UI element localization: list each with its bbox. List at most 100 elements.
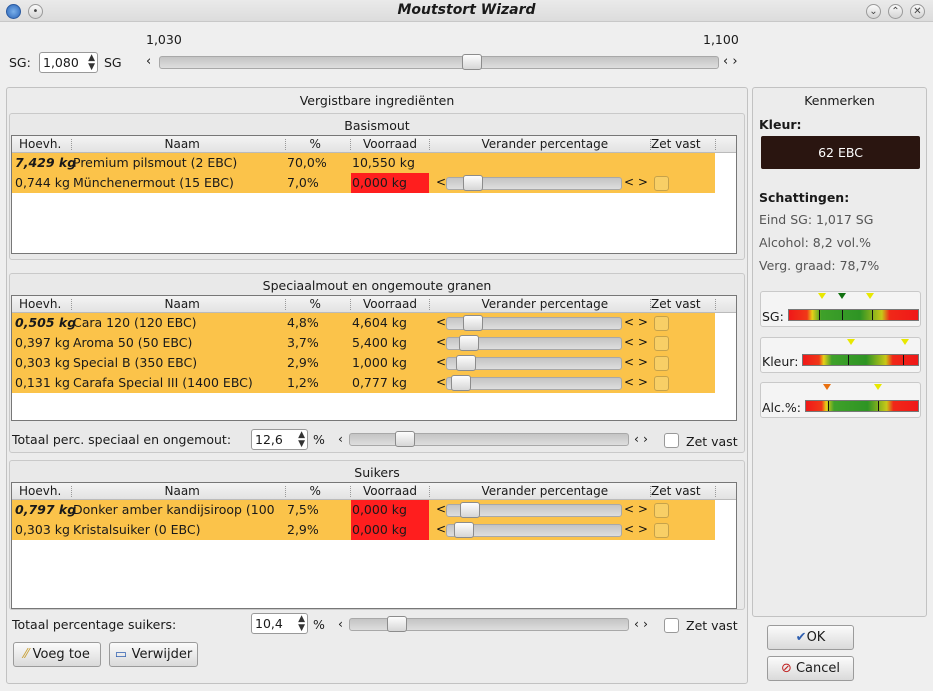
amount-cell[interactable]: 0,744 kg bbox=[15, 175, 70, 190]
percent-slider-handle[interactable] bbox=[463, 175, 483, 191]
special-col-header[interactable]: % bbox=[310, 297, 321, 311]
sugars-col-header[interactable]: Hoevh. bbox=[19, 484, 61, 498]
alc-gauge bbox=[805, 400, 919, 412]
sugars-col-header[interactable]: % bbox=[310, 484, 321, 498]
base-row[interactable]: 0,744 kg Münchenermout (15 EBC) 7,0% 0,000 … bbox=[12, 173, 715, 193]
percent-cell: 7,5% bbox=[287, 502, 319, 517]
special-row[interactable]: 0,397 kg Aroma 50 (50 EBC) 3,7% 5,400 kg < < … bbox=[12, 333, 715, 353]
slider-arrows[interactable]: < > bbox=[624, 522, 648, 536]
slider-arrows[interactable]: < > bbox=[624, 375, 648, 389]
special-total-spinbox[interactable]: 12,6 ▲ ▼ bbox=[251, 429, 308, 450]
special-row[interactable]: 0,131 kg Carafa Special III (1400 EBC) 1,2… bbox=[12, 373, 715, 393]
lock-checkbox[interactable] bbox=[654, 356, 669, 371]
special-total-label: Totaal perc. speciaal en ongemout: bbox=[12, 432, 232, 447]
special-col-header[interactable]: Voorraad bbox=[363, 297, 417, 311]
ok-button[interactable]: ✔OK bbox=[767, 625, 854, 650]
sugars-col-header[interactable]: Zet vast bbox=[651, 484, 701, 498]
lock-checkbox[interactable] bbox=[654, 523, 669, 538]
stock-cell: 5,400 kg bbox=[352, 335, 407, 350]
special-total-handle[interactable] bbox=[394, 431, 415, 447]
sugars-col-header[interactable]: Naam bbox=[165, 484, 200, 498]
special-slider-left[interactable]: ‹ bbox=[338, 431, 343, 446]
base-col-header[interactable]: % bbox=[310, 137, 321, 151]
amount-cell[interactable]: 0,303 kg bbox=[15, 355, 70, 370]
maximize-button[interactable]: ⌃ bbox=[888, 4, 903, 19]
percent-slider-handle[interactable] bbox=[460, 502, 480, 518]
slider-arrows[interactable]: < > bbox=[624, 335, 648, 349]
special-lock-label: Zet vast bbox=[686, 434, 738, 449]
percent-cell: 3,7% bbox=[287, 335, 319, 350]
base-row[interactable]: 7,429 kg Premium pilsmout (2 EBC) 70,0% 10,… bbox=[12, 153, 715, 173]
percent-slider[interactable] bbox=[446, 377, 622, 390]
sg-gauge-marker bbox=[818, 293, 826, 299]
sugars-row[interactable]: 0,303 kg Kristalsuiker (0 EBC) 2,9% 0,000 k… bbox=[12, 520, 715, 540]
add-button[interactable]: ⁄⁄ Voeg toe bbox=[13, 642, 101, 667]
cancel-button[interactable]: ⊘ Cancel bbox=[767, 656, 854, 681]
sugars-lock-checkbox[interactable] bbox=[664, 618, 679, 633]
percent-slider-handle[interactable] bbox=[458, 335, 479, 351]
lock-checkbox[interactable] bbox=[654, 503, 669, 518]
sg-spinbox[interactable]: 1,080 ▲ ▼ bbox=[39, 52, 98, 73]
special-col-header[interactable]: Verander percentage bbox=[482, 297, 609, 311]
slider-arrows[interactable]: < > bbox=[624, 175, 648, 189]
sg-left-arrow[interactable]: ‹ bbox=[146, 54, 151, 69]
sugars-list[interactable]: Hoevh. Naam% Voorraad Verander percentage Ze… bbox=[11, 482, 737, 609]
sugars-lock-label: Zet vast bbox=[686, 618, 738, 633]
sugars-row[interactable]: 0,797 kg Donker amber kandijsiroop (100 7,… bbox=[12, 500, 715, 520]
remove-button[interactable]: ▭ Verwijder bbox=[109, 642, 198, 667]
special-col-header[interactable]: Hoevh. bbox=[19, 297, 61, 311]
slider-left-arrow[interactable]: < bbox=[436, 335, 446, 349]
percent-slider-handle[interactable] bbox=[455, 355, 476, 371]
base-col-header[interactable]: Verander percentage bbox=[482, 137, 609, 151]
slider-arrows[interactable]: < > bbox=[624, 355, 648, 369]
special-slider-arrows[interactable]: ‹ › bbox=[634, 431, 648, 446]
sg-slider-handle[interactable] bbox=[462, 54, 483, 70]
slider-left-arrow[interactable]: < bbox=[436, 315, 446, 329]
cancel-icon: ⊘ bbox=[780, 661, 796, 676]
base-malt-list[interactable]: Hoevh. Naam% Voorraad Verander percentage Ze… bbox=[11, 135, 737, 254]
amount-cell[interactable]: 0,397 kg bbox=[15, 335, 70, 350]
slider-left-arrow[interactable]: < bbox=[436, 502, 446, 516]
sugars-total-handle[interactable] bbox=[387, 616, 408, 632]
base-col-header[interactable]: Hoevh. bbox=[19, 137, 61, 151]
lock-checkbox[interactable] bbox=[654, 316, 669, 331]
percent-slider-handle[interactable] bbox=[463, 315, 483, 331]
slider-arrows[interactable]: < > bbox=[624, 315, 648, 329]
special-malt-list[interactable]: Hoevh. Naam% Voorraad Verander percentage Ze… bbox=[11, 295, 737, 421]
sg-slider-track[interactable] bbox=[159, 56, 719, 69]
special-row[interactable]: 0,505 kg Cara 120 (120 EBC) 4,8% 4,604 kg < <… bbox=[12, 313, 715, 333]
slider-arrows[interactable]: < > bbox=[624, 502, 648, 516]
base-col-header[interactable]: Naam bbox=[165, 137, 200, 151]
special-col-header[interactable]: Naam bbox=[165, 297, 200, 311]
sugars-slider-arrows[interactable]: ‹ › bbox=[634, 616, 648, 631]
special-total-slider[interactable] bbox=[349, 433, 629, 446]
amount-cell[interactable]: 7,429 kg bbox=[15, 155, 76, 170]
special-row[interactable]: 0,303 kg Special B (350 EBC) 2,9% 1,000 kg <… bbox=[12, 353, 715, 373]
sugars-col-header[interactable]: Verander percentage bbox=[482, 484, 609, 498]
sugars-col-header[interactable]: Voorraad bbox=[363, 484, 417, 498]
lock-checkbox[interactable] bbox=[654, 336, 669, 351]
percent-slider-handle[interactable] bbox=[454, 522, 474, 538]
special-lock-checkbox[interactable] bbox=[664, 433, 679, 448]
percent-slider-handle[interactable] bbox=[451, 375, 471, 391]
lock-checkbox[interactable] bbox=[654, 176, 669, 191]
lock-checkbox[interactable] bbox=[654, 376, 669, 391]
special-col-separator bbox=[350, 299, 351, 310]
slider-left-arrow[interactable]: < bbox=[436, 175, 446, 189]
special-col-header[interactable]: Zet vast bbox=[651, 297, 701, 311]
amount-cell[interactable]: 0,505 kg bbox=[15, 315, 76, 330]
amount-cell[interactable]: 0,303 kg bbox=[15, 522, 70, 537]
amount-cell[interactable]: 0,797 kg bbox=[15, 502, 76, 517]
slider-left-arrow[interactable]: < bbox=[436, 355, 446, 369]
slider-left-arrow[interactable]: < bbox=[436, 522, 446, 536]
base-col-header[interactable]: Voorraad bbox=[363, 137, 417, 151]
percent-cell: 4,8% bbox=[287, 315, 319, 330]
sugars-slider-left[interactable]: ‹ bbox=[338, 616, 343, 631]
sg-arrows[interactable]: ‹ › bbox=[723, 54, 738, 69]
sugars-total-spinbox[interactable]: 10,4 ▲ ▼ bbox=[251, 613, 308, 634]
base-col-header[interactable]: Zet vast bbox=[651, 137, 701, 151]
close-button[interactable]: ✕ bbox=[910, 4, 925, 19]
slider-left-arrow[interactable]: < bbox=[436, 375, 446, 389]
minimize-button[interactable]: ⌄ bbox=[866, 4, 881, 19]
amount-cell[interactable]: 0,131 kg bbox=[15, 375, 70, 390]
